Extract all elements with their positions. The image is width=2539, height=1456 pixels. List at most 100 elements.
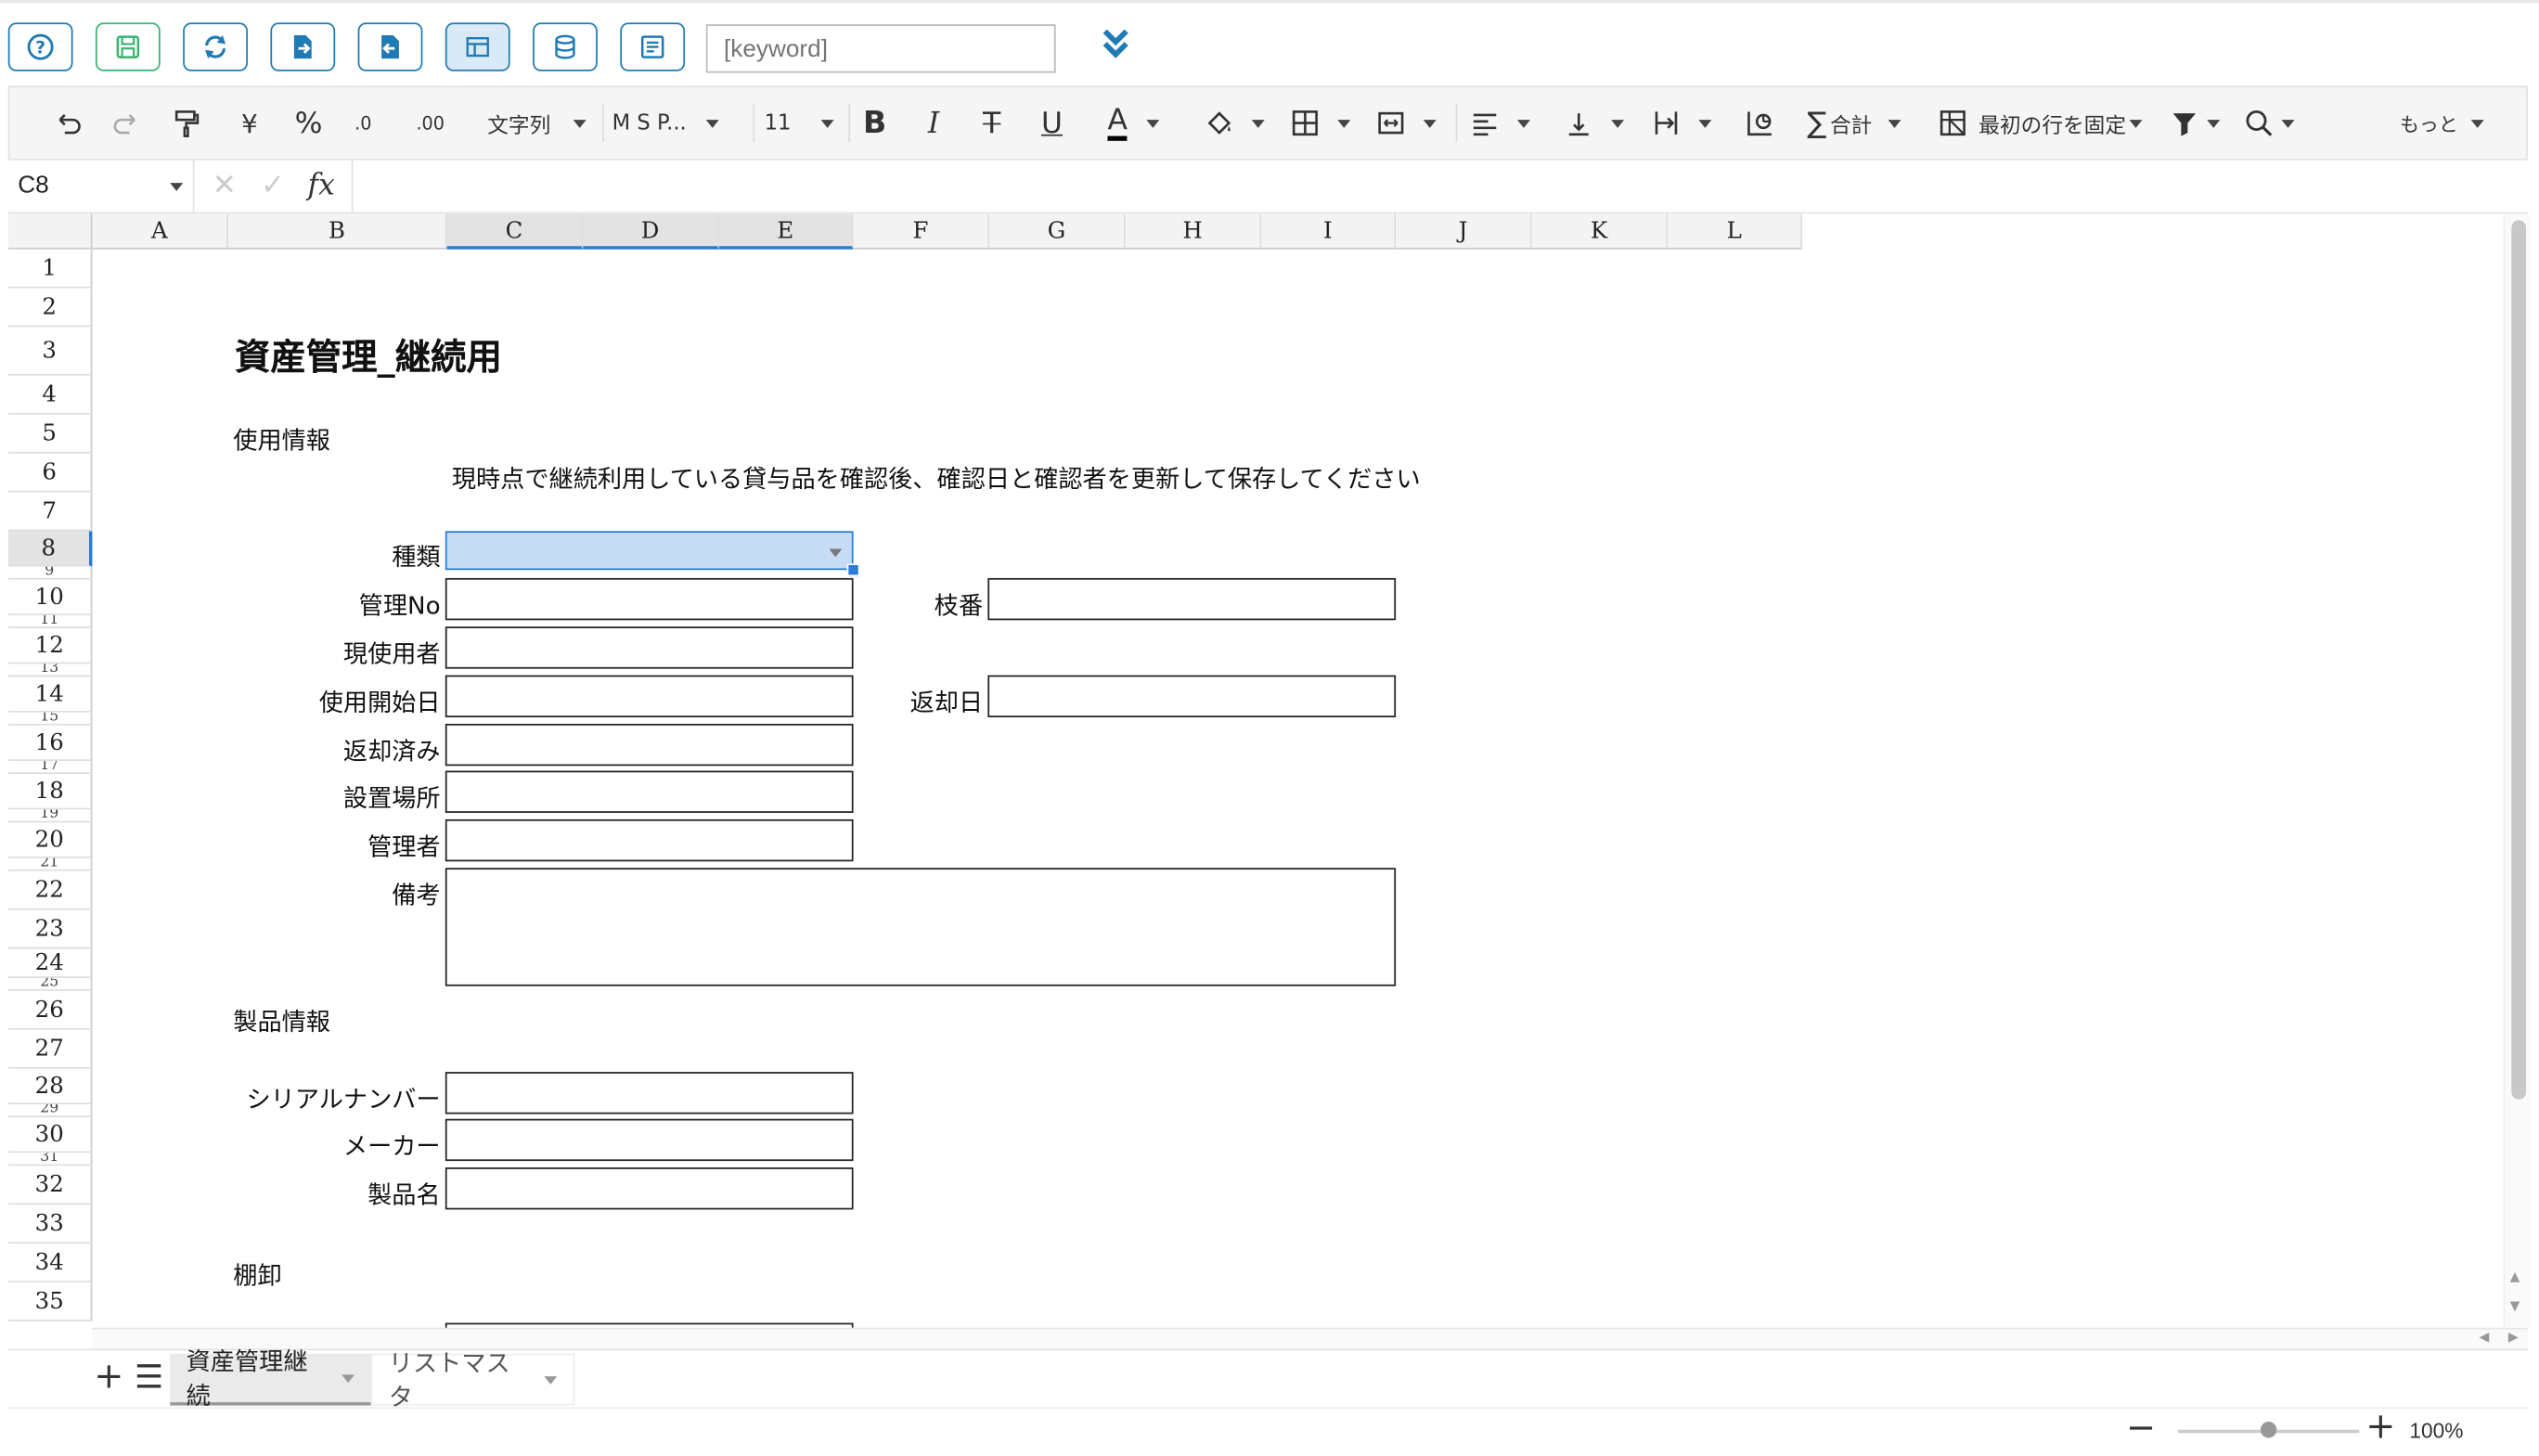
font-color-button[interactable]: A bbox=[1107, 104, 1160, 143]
chart-button[interactable] bbox=[1744, 104, 1776, 143]
row-header[interactable]: 27 bbox=[7, 1029, 93, 1069]
scroll-thumb[interactable] bbox=[2511, 220, 2527, 1100]
decimal-decrease-button[interactable]: .00 bbox=[416, 104, 445, 143]
zoom-in-icon[interactable]: + bbox=[2365, 1407, 2395, 1448]
row-header[interactable]: 15 bbox=[7, 712, 93, 726]
start-date-field[interactable] bbox=[445, 675, 854, 717]
find-button[interactable] bbox=[2243, 104, 2295, 143]
row-header[interactable]: 20 bbox=[7, 822, 93, 858]
strikethrough-button[interactable]: T bbox=[983, 104, 1000, 143]
horizontal-align-button[interactable] bbox=[1469, 104, 1530, 143]
name-box[interactable]: C8 bbox=[8, 160, 195, 213]
vertical-scrollbar[interactable]: ▲ ▼ bbox=[2503, 213, 2532, 1328]
vertical-align-button[interactable] bbox=[1563, 104, 1625, 143]
scroll-up-icon[interactable]: ▲ bbox=[2510, 1269, 2520, 1284]
currency-button[interactable]: ¥ bbox=[241, 104, 258, 143]
row-header[interactable]: 2 bbox=[7, 288, 93, 328]
sum-button[interactable]: ∑ 合計 bbox=[1807, 104, 1901, 143]
sheet-list-icon[interactable]: ☰ bbox=[135, 1357, 163, 1396]
row-header[interactable]: 5 bbox=[7, 414, 93, 454]
product-name-field[interactable] bbox=[445, 1167, 854, 1210]
borders-button[interactable] bbox=[1289, 104, 1351, 143]
column-header[interactable]: K bbox=[1531, 213, 1669, 250]
row-header[interactable]: 18 bbox=[7, 774, 93, 810]
return-date-field[interactable] bbox=[987, 675, 1397, 717]
column-header[interactable]: D bbox=[583, 213, 719, 250]
scroll-left-icon[interactable]: ◀ bbox=[2479, 1330, 2489, 1345]
current-user-field[interactable] bbox=[445, 626, 854, 669]
cancel-icon[interactable]: ✕ bbox=[213, 168, 237, 202]
row-header[interactable]: 32 bbox=[7, 1166, 93, 1205]
serial-field[interactable] bbox=[445, 1072, 854, 1115]
row-header[interactable]: 33 bbox=[7, 1205, 93, 1244]
row-header[interactable]: 13 bbox=[7, 664, 93, 677]
font-name-dropdown[interactable]: M S P... bbox=[612, 104, 719, 143]
tab-asset-continue[interactable]: 資産管理継続 bbox=[170, 1347, 371, 1411]
decimal-increase-button[interactable]: .0 bbox=[354, 104, 371, 143]
row-header[interactable]: 8 bbox=[7, 531, 93, 567]
spreadsheet-grid[interactable]: ABCDEFGHIJKL 1 2 3 4 5 6 7 8 9 10 11 12 13 14 15 16 17 18… bbox=[7, 213, 2528, 1328]
column-header[interactable]: E bbox=[718, 213, 854, 250]
fx-icon[interactable]: fx bbox=[308, 168, 335, 202]
column-header[interactable]: L bbox=[1668, 213, 1803, 250]
maker-field[interactable] bbox=[445, 1118, 854, 1162]
column-header[interactable]: G bbox=[989, 213, 1126, 250]
row-header[interactable]: 21 bbox=[7, 857, 93, 871]
row-header[interactable]: 24 bbox=[7, 948, 93, 978]
bold-button[interactable]: B bbox=[863, 104, 886, 143]
notes-field[interactable] bbox=[445, 868, 1397, 986]
tab-list-master[interactable]: リストマスタ bbox=[370, 1349, 575, 1412]
export-button[interactable] bbox=[270, 22, 336, 71]
row-header[interactable]: 30 bbox=[7, 1116, 93, 1153]
row-header[interactable]: 9 bbox=[7, 566, 93, 580]
row-header[interactable]: 14 bbox=[7, 676, 93, 713]
row-header[interactable]: 31 bbox=[7, 1153, 93, 1166]
kind-dropdown[interactable] bbox=[445, 531, 854, 571]
column-header[interactable]: C bbox=[446, 213, 584, 250]
double-chevron-down-icon[interactable] bbox=[1098, 26, 1133, 61]
text-wrap-button[interactable] bbox=[1650, 104, 1712, 143]
refresh-button[interactable] bbox=[183, 22, 248, 71]
filter-button[interactable] bbox=[2168, 104, 2221, 143]
column-header[interactable]: B bbox=[228, 213, 447, 250]
row-header[interactable]: 23 bbox=[7, 909, 93, 949]
manager-field[interactable] bbox=[445, 818, 854, 862]
scroll-right-icon[interactable]: ▶ bbox=[2508, 1330, 2519, 1345]
row-header[interactable]: 1 bbox=[7, 249, 93, 289]
redo-button[interactable] bbox=[110, 104, 143, 143]
zoom-out-icon[interactable]: − bbox=[2126, 1409, 2156, 1450]
add-sheet-icon[interactable]: + bbox=[94, 1357, 123, 1398]
font-size-dropdown[interactable]: 11 bbox=[765, 104, 833, 143]
layout-button[interactable] bbox=[445, 22, 510, 71]
save-button[interactable] bbox=[95, 22, 161, 71]
column-header[interactable]: H bbox=[1125, 213, 1262, 250]
select-all-corner[interactable] bbox=[7, 213, 93, 250]
scroll-down-icon[interactable]: ▼ bbox=[2510, 1298, 2520, 1313]
import-button[interactable] bbox=[357, 22, 423, 71]
row-header[interactable]: 34 bbox=[7, 1243, 93, 1282]
number-format-dropdown[interactable]: 文字列 bbox=[487, 104, 586, 143]
column-header[interactable]: F bbox=[853, 213, 990, 250]
column-header[interactable]: I bbox=[1261, 213, 1397, 250]
row-header[interactable]: 4 bbox=[7, 375, 93, 415]
row-header[interactable]: 26 bbox=[7, 990, 93, 1030]
row-header[interactable]: 25 bbox=[7, 977, 93, 991]
column-header[interactable]: J bbox=[1396, 213, 1532, 250]
confirm-icon[interactable]: ✓ bbox=[261, 168, 285, 202]
row-header[interactable]: 29 bbox=[7, 1104, 93, 1117]
fill-handle[interactable] bbox=[846, 563, 860, 577]
zoom-slider-knob[interactable] bbox=[2260, 1422, 2277, 1438]
freeze-panes-button[interactable]: 最初の行を固定 bbox=[1937, 104, 2143, 143]
row-header[interactable]: 17 bbox=[7, 761, 93, 775]
percent-button[interactable]: % bbox=[295, 104, 323, 143]
more-button[interactable]: もっと bbox=[2400, 104, 2484, 143]
underline-button[interactable]: U bbox=[1041, 104, 1063, 143]
row-header[interactable]: 10 bbox=[7, 579, 93, 616]
help-button[interactable]: ? bbox=[7, 22, 73, 71]
form-button[interactable] bbox=[620, 22, 686, 71]
row-header[interactable]: 35 bbox=[7, 1282, 93, 1321]
row-header[interactable]: 16 bbox=[7, 725, 93, 762]
row-header[interactable]: 19 bbox=[7, 809, 93, 823]
row-header[interactable]: 7 bbox=[7, 492, 93, 532]
database-button[interactable] bbox=[533, 22, 598, 71]
